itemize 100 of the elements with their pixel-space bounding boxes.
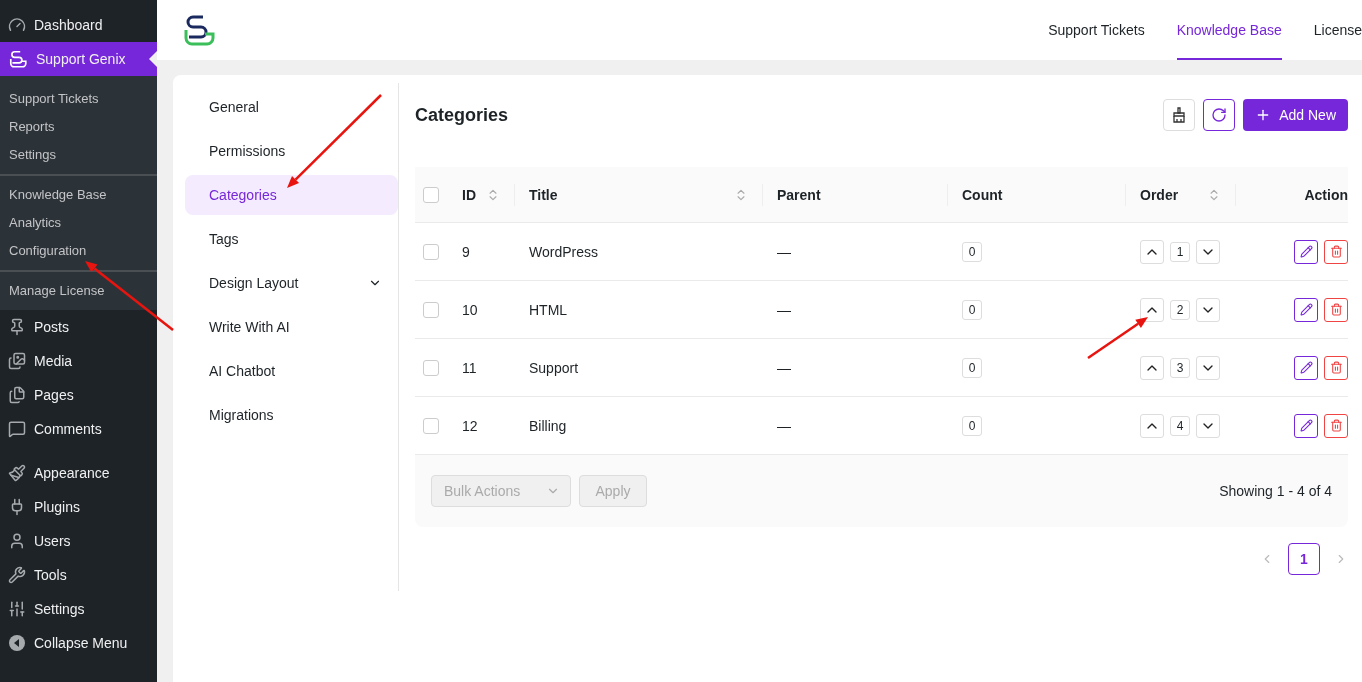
pencil-icon: [1299, 245, 1313, 258]
delete-button[interactable]: [1324, 413, 1348, 438]
count-badge: 0: [962, 299, 982, 320]
sidebar-item[interactable]: Pages: [0, 378, 157, 412]
refresh-button[interactable]: [1203, 99, 1236, 131]
checkbox[interactable]: [423, 301, 439, 318]
trash-icon: [1329, 245, 1343, 258]
table-cell-text: —: [776, 417, 792, 434]
menu-icon: [8, 566, 26, 584]
table-cell-text: HTML: [528, 301, 569, 318]
table-cell-text: Billing: [528, 417, 568, 434]
menu-icon: [8, 16, 26, 34]
sidebar-item[interactable]: Support Genix: [0, 42, 157, 76]
annotation-arrow: [1087, 317, 1148, 360]
settings-menu-item[interactable]: Design Layout: [185, 263, 398, 303]
order-value: 4: [1170, 415, 1190, 436]
edit-button[interactable]: [1294, 239, 1318, 264]
move-up-button[interactable]: [1140, 355, 1164, 380]
settings-menu-item[interactable]: Write With AI: [185, 307, 398, 347]
showing-count: Showing 1 - 4 of 4: [1219, 483, 1332, 499]
logo-icon: [8, 49, 28, 69]
settings-menu-item[interactable]: General: [185, 87, 398, 127]
checkbox[interactable]: [423, 243, 439, 260]
checkbox[interactable]: [423, 417, 439, 434]
count-badge: 0: [962, 415, 982, 436]
column-header[interactable]: Title: [515, 183, 763, 206]
sidebar-item[interactable]: Media: [0, 344, 157, 378]
submenu-item[interactable]: Analytics: [0, 208, 157, 236]
sidebar-item[interactable]: Comments: [0, 412, 157, 446]
add-new-button[interactable]: Add New: [1243, 99, 1348, 131]
table-cell-text: —: [776, 301, 792, 318]
move-up-button[interactable]: [1140, 297, 1164, 322]
table-cell-text: 11: [461, 359, 478, 376]
settings-menu-item[interactable]: Categories: [185, 175, 398, 215]
move-down-button[interactable]: [1196, 413, 1220, 438]
sidebar-item[interactable]: Users: [0, 524, 157, 558]
move-down-button[interactable]: [1196, 297, 1220, 322]
edit-button[interactable]: [1294, 355, 1318, 380]
column-header[interactable]: Order: [1126, 183, 1236, 206]
move-down-button[interactable]: [1196, 239, 1220, 264]
delete-button[interactable]: [1324, 355, 1348, 380]
settings-menu-item[interactable]: Tags: [185, 219, 398, 259]
column-header[interactable]: ID: [448, 183, 515, 206]
table-cell-text: —: [776, 359, 792, 376]
count-badge: 0: [962, 357, 982, 378]
move-down-button[interactable]: [1196, 355, 1220, 380]
pencil-icon: [1299, 419, 1313, 432]
sidebar-item[interactable]: Settings: [0, 592, 157, 626]
order-value: 2: [1170, 299, 1190, 320]
page-button[interactable]: 1: [1288, 543, 1320, 575]
clean-button[interactable]: [1163, 99, 1196, 131]
sidebar-item[interactable]: Collapse Menu: [0, 626, 157, 660]
move-up-button[interactable]: [1140, 413, 1164, 438]
table-cell-text: 12: [461, 417, 479, 434]
column-header: Parent: [763, 183, 948, 206]
delete-button[interactable]: [1324, 297, 1348, 322]
sidebar-item[interactable]: Appearance: [0, 456, 157, 490]
table-cell-text: WordPress: [528, 243, 599, 260]
menu-icon: [8, 464, 26, 482]
edit-button[interactable]: [1294, 413, 1318, 438]
checkbox[interactable]: [423, 359, 439, 376]
move-up-button[interactable]: [1140, 239, 1164, 264]
checkbox[interactable]: [423, 186, 439, 203]
broom-icon: [1171, 107, 1188, 123]
pencil-icon: [1299, 303, 1313, 316]
table-cell-text: 9: [461, 243, 471, 260]
count-badge: 0: [962, 241, 982, 262]
nav-tab[interactable]: Knowledge Base: [1176, 0, 1282, 60]
submenu-item[interactable]: Support Tickets: [0, 84, 157, 112]
menu-icon: [8, 318, 26, 336]
column-header: Action: [1303, 185, 1348, 205]
sidebar-item[interactable]: Posts: [0, 310, 157, 344]
submenu-item[interactable]: Settings: [0, 140, 157, 168]
submenu-item[interactable]: Knowledge Base: [0, 180, 157, 208]
order-value: 3: [1170, 357, 1190, 378]
refresh-icon: [1211, 107, 1228, 123]
settings-menu-item[interactable]: Permissions: [185, 131, 398, 171]
edit-button[interactable]: [1294, 297, 1318, 322]
nav-tab[interactable]: Support Tickets: [1048, 0, 1145, 60]
submenu-item[interactable]: Configuration: [0, 236, 157, 264]
sidebar-item[interactable]: Dashboard: [0, 8, 157, 42]
menu-icon: [8, 532, 26, 550]
trash-icon: [1329, 361, 1343, 374]
submenu-item[interactable]: Reports: [0, 112, 157, 140]
nav-tab[interactable]: License: [1313, 0, 1362, 60]
delete-button[interactable]: [1324, 239, 1348, 264]
sidebar-item[interactable]: Tools: [0, 558, 157, 592]
menu-icon: [8, 420, 26, 438]
menu-icon: [8, 600, 26, 618]
order-value: 1: [1170, 241, 1190, 262]
collapse-icon: [8, 634, 26, 652]
page-title: Categories: [415, 104, 509, 126]
settings-menu-item[interactable]: Migrations: [185, 395, 398, 435]
menu-icon: [8, 386, 26, 404]
table-cell-text: 10: [461, 301, 479, 318]
submenu-item[interactable]: Manage License: [0, 276, 157, 304]
sidebar-item[interactable]: Plugins: [0, 490, 157, 524]
table-cell-text: —: [776, 243, 792, 260]
settings-menu-item[interactable]: AI Chatbot: [185, 351, 398, 391]
trash-icon: [1329, 419, 1343, 432]
